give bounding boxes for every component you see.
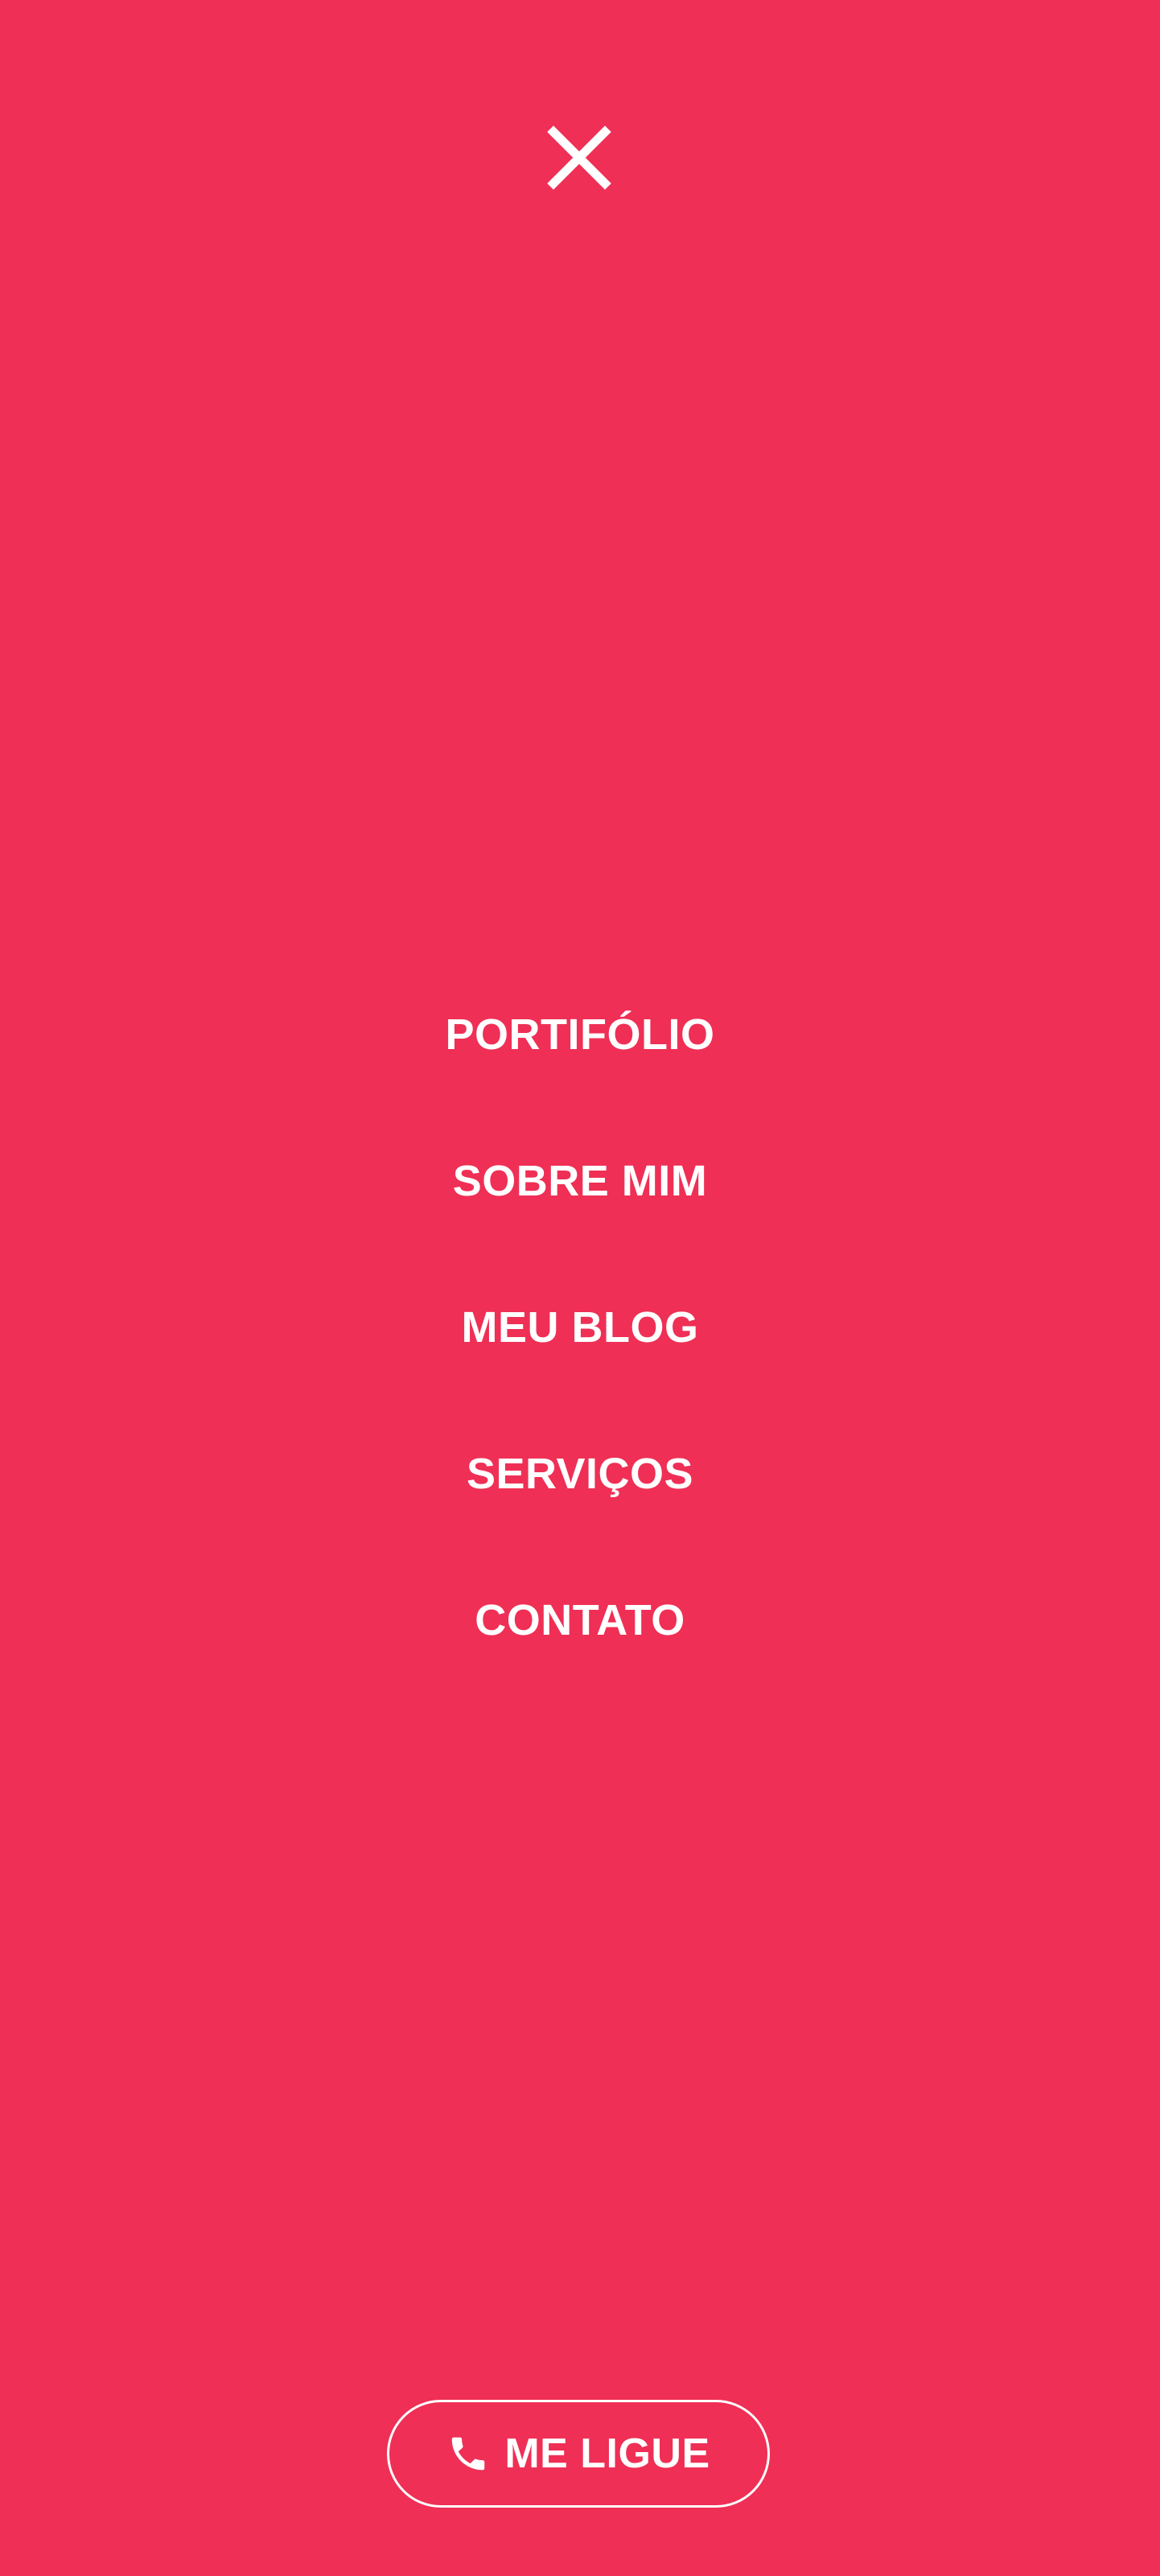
menu-link-meu-blog[interactable]: MEU BLOG bbox=[462, 1303, 699, 1352]
close-menu-button[interactable] bbox=[544, 122, 615, 193]
menu-item-contato[interactable]: CONTATO bbox=[0, 1547, 1160, 1693]
menu-link-servicos[interactable]: SERVIÇOS bbox=[467, 1450, 693, 1498]
menu-item-servicos[interactable]: SERVIÇOS bbox=[0, 1401, 1160, 1547]
phone-icon bbox=[452, 2437, 485, 2471]
call-me-label: ME LIGUE bbox=[504, 2430, 710, 2477]
menu-item-portfolio[interactable]: PORTIFÓLIO bbox=[0, 961, 1160, 1108]
menu-item-meu-blog[interactable]: MEU BLOG bbox=[0, 1254, 1160, 1401]
call-me-button[interactable]: ME LIGUE bbox=[387, 2400, 770, 2508]
menu-item-sobre-mim[interactable]: SOBRE MIM bbox=[0, 1108, 1160, 1254]
menu-link-contato[interactable]: CONTATO bbox=[475, 1596, 685, 1644]
close-icon bbox=[547, 126, 611, 190]
menu-link-sobre-mim[interactable]: SOBRE MIM bbox=[453, 1157, 708, 1205]
menu-link-portfolio[interactable]: PORTIFÓLIO bbox=[446, 1010, 715, 1059]
main-menu: PORTIFÓLIO SOBRE MIM MEU BLOG SERVIÇOS C… bbox=[0, 961, 1160, 1693]
